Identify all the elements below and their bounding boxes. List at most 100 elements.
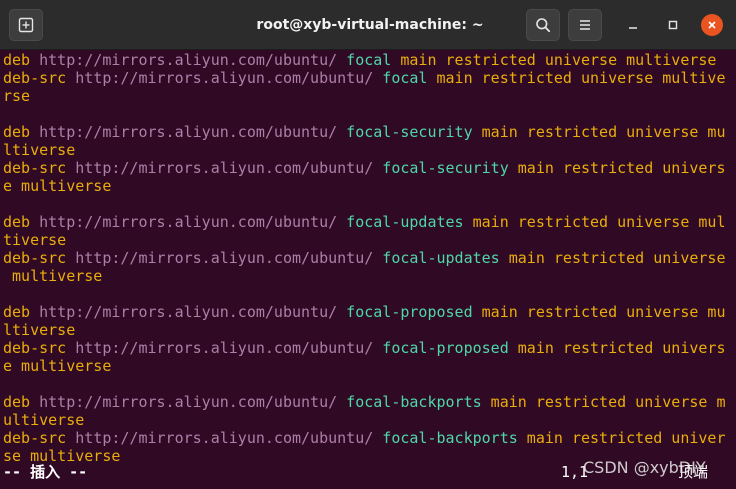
terminal-text: http://mirrors.aliyun.com/ubuntu/: [39, 393, 338, 411]
terminal-window: root@xyb-virtual-machine: ~ deb http://m…: [0, 0, 736, 489]
terminal-text: deb-src: [3, 339, 67, 357]
terminal-text: main restricted univer: [526, 429, 726, 447]
terminal-text: http://mirrors.aliyun.com/ubuntu/: [75, 249, 374, 267]
terminal-text: main restricted universe mu: [481, 303, 726, 321]
terminal-text: main restricted universe multiverse: [400, 51, 717, 69]
terminal-text: deb-src: [3, 429, 67, 447]
terminal-text: main restricted univers: [517, 339, 726, 357]
title-bar: root@xyb-virtual-machine: ~: [0, 0, 736, 50]
terminal-line: deb-src http://mirrors.aliyun.com/ubuntu…: [3, 159, 733, 177]
terminal-text: focal-security: [382, 159, 509, 177]
terminal-text: deb: [3, 123, 31, 141]
terminal-text: focal-security: [346, 123, 473, 141]
terminal-line: deb-src http://mirrors.aliyun.com/ubuntu…: [3, 339, 733, 357]
terminal-line: deb http://mirrors.aliyun.com/ubuntu/ fo…: [3, 51, 733, 69]
terminal-text: http://mirrors.aliyun.com/ubuntu/: [39, 303, 338, 321]
terminal-line: deb http://mirrors.aliyun.com/ubuntu/ fo…: [3, 303, 733, 321]
close-icon: [708, 21, 716, 29]
terminal-line: rse: [3, 87, 733, 105]
terminal-line: tiverse: [3, 231, 733, 249]
terminal-line: deb http://mirrors.aliyun.com/ubuntu/ fo…: [3, 213, 733, 231]
terminal-text: ltiverse: [3, 141, 76, 159]
terminal-line: e multiverse: [3, 177, 733, 195]
terminal-line: deb http://mirrors.aliyun.com/ubuntu/ fo…: [3, 123, 733, 141]
maximize-button[interactable]: [662, 14, 684, 36]
terminal-text: e multiverse: [3, 177, 112, 195]
terminal-text: deb-src: [3, 249, 67, 267]
terminal-text: ltiverse: [3, 321, 76, 339]
terminal-line: e multiverse: [3, 357, 733, 375]
terminal-text: http://mirrors.aliyun.com/ubuntu/: [75, 429, 374, 447]
insert-mode-indicator: -- 插入 --: [3, 463, 88, 481]
terminal-text: ultiverse: [3, 411, 85, 429]
terminal-text: focal-updates: [346, 213, 464, 231]
terminal-line: ltiverse: [3, 321, 733, 339]
terminal-text: main restricted univers: [517, 159, 726, 177]
terminal-text: http://mirrors.aliyun.com/ubuntu/: [39, 213, 338, 231]
watermark: CSDN @xybDIY: [583, 458, 706, 477]
terminal-line: multiverse: [3, 267, 733, 285]
terminal-text: rse: [3, 87, 31, 105]
new-tab-button[interactable]: [9, 9, 43, 41]
terminal-text: http://mirrors.aliyun.com/ubuntu/: [75, 69, 374, 87]
minimize-button[interactable]: [622, 14, 644, 36]
minimize-icon: [629, 27, 637, 29]
terminal-text: main restricted universe multive: [436, 69, 726, 87]
terminal-text: deb-src: [3, 69, 67, 87]
terminal-output[interactable]: deb http://mirrors.aliyun.com/ubuntu/ fo…: [3, 51, 733, 489]
terminal-text: http://mirrors.aliyun.com/ubuntu/: [75, 339, 374, 357]
terminal-text: tiverse: [3, 231, 67, 249]
terminal-text: focal-backports: [346, 393, 482, 411]
terminal-text: focal-proposed: [346, 303, 473, 321]
terminal-line: deb-src http://mirrors.aliyun.com/ubuntu…: [3, 249, 733, 267]
terminal-text: focal-proposed: [382, 339, 509, 357]
window-title: root@xyb-virtual-machine: ~: [256, 17, 484, 33]
terminal-text: focal: [382, 69, 428, 87]
terminal-text: main restricted universe: [508, 249, 726, 267]
terminal-text: focal-updates: [382, 249, 500, 267]
terminal-line: deb-src http://mirrors.aliyun.com/ubuntu…: [3, 69, 733, 87]
terminal-text: deb: [3, 303, 31, 321]
terminal-text: main restricted universe mul: [472, 213, 726, 231]
terminal-text: http://mirrors.aliyun.com/ubuntu/: [39, 123, 338, 141]
terminal-text: deb: [3, 51, 31, 69]
search-button[interactable]: [526, 9, 560, 41]
close-button[interactable]: [701, 14, 723, 36]
terminal-text: multiverse: [3, 267, 103, 285]
new-tab-icon: [18, 17, 34, 33]
terminal-line: deb http://mirrors.aliyun.com/ubuntu/ fo…: [3, 393, 733, 411]
search-icon: [536, 18, 551, 33]
menu-button[interactable]: [568, 9, 602, 41]
terminal-text: focal-backports: [382, 429, 518, 447]
maximize-icon: [668, 20, 678, 30]
terminal-text: main restricted universe mu: [481, 123, 726, 141]
terminal-line: deb-src http://mirrors.aliyun.com/ubuntu…: [3, 429, 733, 447]
terminal-text: deb: [3, 393, 31, 411]
